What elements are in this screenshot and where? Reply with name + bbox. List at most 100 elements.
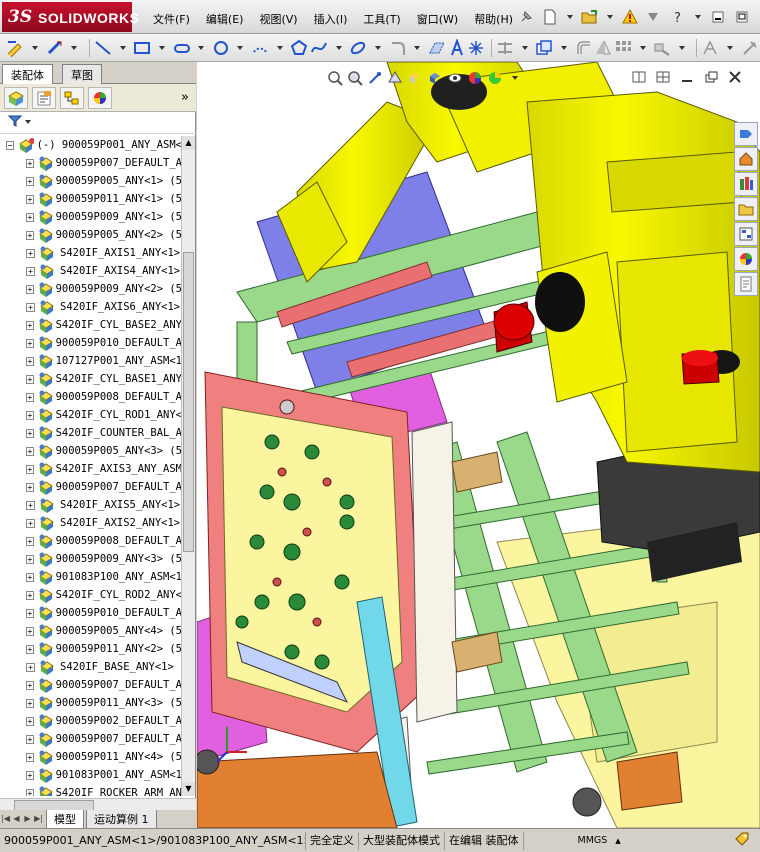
smart-dimension-icon[interactable]: [45, 38, 64, 58]
solidworks-resources-icon[interactable]: [734, 122, 758, 146]
tree-item[interactable]: + S420IF_CYL_BASE2_ANY: [0, 316, 182, 334]
expand-panel-icon[interactable]: »: [181, 90, 189, 105]
prev-tab-icon[interactable]: ◀: [11, 812, 22, 826]
menu-help[interactable]: 帮助(H): [466, 9, 521, 29]
chevron-down-icon[interactable]: [691, 6, 705, 28]
tree-item[interactable]: +900059P011_ANY<4> (5: [0, 748, 182, 766]
split-view-icon[interactable]: [630, 70, 648, 84]
chevron-down-icon[interactable]: [369, 38, 388, 58]
previous-view-icon[interactable]: [365, 69, 385, 87]
tree-item[interactable]: +900059P007_DEFAULT_A: [0, 478, 182, 496]
chevron-down-icon[interactable]: [65, 38, 84, 58]
tree-item[interactable]: + S420IF_ROCKER_ARM_AN: [0, 784, 182, 796]
view-orientation-icon[interactable]: [405, 69, 425, 87]
chevron-down-icon[interactable]: [408, 38, 427, 58]
expand-icon[interactable]: +: [26, 374, 34, 384]
tree-item[interactable]: + S420IF_AXIS4_ANY<1>: [0, 262, 182, 280]
close-icon[interactable]: [755, 6, 760, 28]
polygon-icon[interactable]: [290, 38, 309, 58]
zoom-to-area-icon[interactable]: [345, 69, 365, 87]
menu-edit[interactable]: 编辑(E): [198, 9, 252, 29]
tree-item[interactable]: + S420IF_AXIS6_ANY<1>: [0, 298, 182, 316]
section-view-icon[interactable]: [385, 69, 405, 87]
display-style-icon[interactable]: [425, 69, 445, 87]
last-tab-icon[interactable]: ▶|: [33, 812, 44, 826]
expand-icon[interactable]: +: [26, 590, 34, 600]
display-manager-icon[interactable]: [88, 86, 112, 109]
view-palette-icon[interactable]: [734, 222, 758, 246]
move-entities-icon[interactable]: [653, 38, 672, 58]
tree-item[interactable]: +901083P001_ANY_ASM<1: [0, 766, 182, 784]
assembly-model-render[interactable]: [197, 62, 760, 828]
help-icon[interactable]: ?: [667, 6, 689, 28]
circle-icon[interactable]: [212, 38, 231, 58]
tree-item[interactable]: + S420IF_COUNTER_BAL_A: [0, 424, 182, 442]
menu-file[interactable]: 文件(F): [145, 9, 198, 29]
status-unit-system[interactable]: MMGS: [574, 832, 612, 850]
tab-model[interactable]: 模型: [46, 809, 84, 829]
convert-entities-icon[interactable]: [535, 38, 554, 58]
repair-sketch-icon[interactable]: [740, 38, 759, 58]
tree-item[interactable]: +900059P005_ANY<3> (5: [0, 442, 182, 460]
tree-item[interactable]: + S420IF_AXIS1_ANY<1>: [0, 244, 182, 262]
tab-assembly[interactable]: 装配体: [2, 64, 53, 85]
text-icon[interactable]: [447, 38, 466, 58]
custom-properties-icon[interactable]: [734, 272, 758, 296]
expand-icon[interactable]: +: [26, 608, 34, 618]
minimize-icon[interactable]: [707, 6, 729, 28]
minimize-document-icon[interactable]: [678, 70, 696, 84]
point-icon[interactable]: [467, 38, 486, 58]
expand-icon[interactable]: +: [26, 482, 34, 492]
close-document-icon[interactable]: [726, 70, 744, 84]
chevron-down-icon[interactable]: [329, 38, 348, 58]
next-tab-icon[interactable]: ▶: [22, 812, 33, 826]
design-library-icon[interactable]: [734, 172, 758, 196]
offset-icon[interactable]: [574, 38, 593, 58]
expand-icon[interactable]: +: [26, 770, 34, 780]
chevron-down-icon[interactable]: [24, 116, 32, 129]
spline-icon[interactable]: [310, 38, 329, 58]
tab-sketch[interactable]: 草图: [62, 64, 102, 84]
chevron-down-icon[interactable]: [270, 38, 289, 58]
expand-icon[interactable]: +: [26, 230, 34, 240]
sketch-icon[interactable]: [6, 38, 25, 58]
scroll-up-icon[interactable]: ▲: [182, 136, 195, 150]
feature-tree-icon[interactable]: [4, 86, 28, 109]
solidworks-logo[interactable]: 3S SOLIDWORKS: [2, 2, 139, 32]
tree-item[interactable]: +900059P005_ANY<2> (5: [0, 226, 182, 244]
tree-item[interactable]: +900059P011_ANY<2> (5: [0, 640, 182, 658]
restore-document-icon[interactable]: [702, 70, 720, 84]
chevron-down-icon[interactable]: [721, 38, 740, 58]
chevron-down-icon[interactable]: [231, 38, 250, 58]
edit-appearance-icon[interactable]: [465, 69, 485, 87]
menu-tools[interactable]: 工具(T): [355, 9, 408, 29]
expand-icon[interactable]: +: [26, 266, 35, 276]
tree-item[interactable]: + S420IF_AXIS3_ANY_ASM: [0, 460, 182, 478]
expand-icon[interactable]: +: [26, 554, 34, 564]
tree-item[interactable]: +900059P007_DEFAULT_A: [0, 676, 182, 694]
tree-item[interactable]: +107127P001_ANY_ASM<1: [0, 352, 182, 370]
file-explorer-icon[interactable]: [734, 197, 758, 221]
chevron-down-icon[interactable]: [555, 38, 574, 58]
appearances-scenes-icon[interactable]: [734, 247, 758, 271]
ellipse-icon[interactable]: [349, 38, 368, 58]
expand-icon[interactable]: +: [26, 680, 34, 690]
menu-window[interactable]: 窗口(W): [409, 9, 466, 29]
mirror-icon[interactable]: [594, 38, 613, 58]
linear-pattern-icon[interactable]: [614, 38, 633, 58]
tag-icon[interactable]: [734, 831, 750, 850]
chevron-up-icon[interactable]: ▴: [611, 832, 625, 850]
trim-icon[interactable]: [496, 38, 515, 58]
tree-item[interactable]: +900059P009_ANY<2> (5: [0, 280, 182, 298]
menu-view[interactable]: 视图(V): [251, 9, 305, 29]
expand-icon[interactable]: +: [26, 158, 34, 168]
scroll-down-icon[interactable]: ▼: [182, 782, 195, 796]
tree-item[interactable]: + S420IF_BASE_ANY<1>: [0, 658, 182, 676]
expand-icon[interactable]: +: [26, 500, 35, 510]
expand-icon[interactable]: +: [26, 356, 34, 366]
tree-item[interactable]: + S420IF_AXIS5_ANY<1>: [0, 496, 182, 514]
line-icon[interactable]: [94, 38, 113, 58]
tree-item[interactable]: +900059P008_DEFAULT_A: [0, 532, 182, 550]
expand-icon[interactable]: +: [26, 410, 34, 420]
tree-vertical-scrollbar[interactable]: ▲ ▼: [181, 136, 195, 796]
